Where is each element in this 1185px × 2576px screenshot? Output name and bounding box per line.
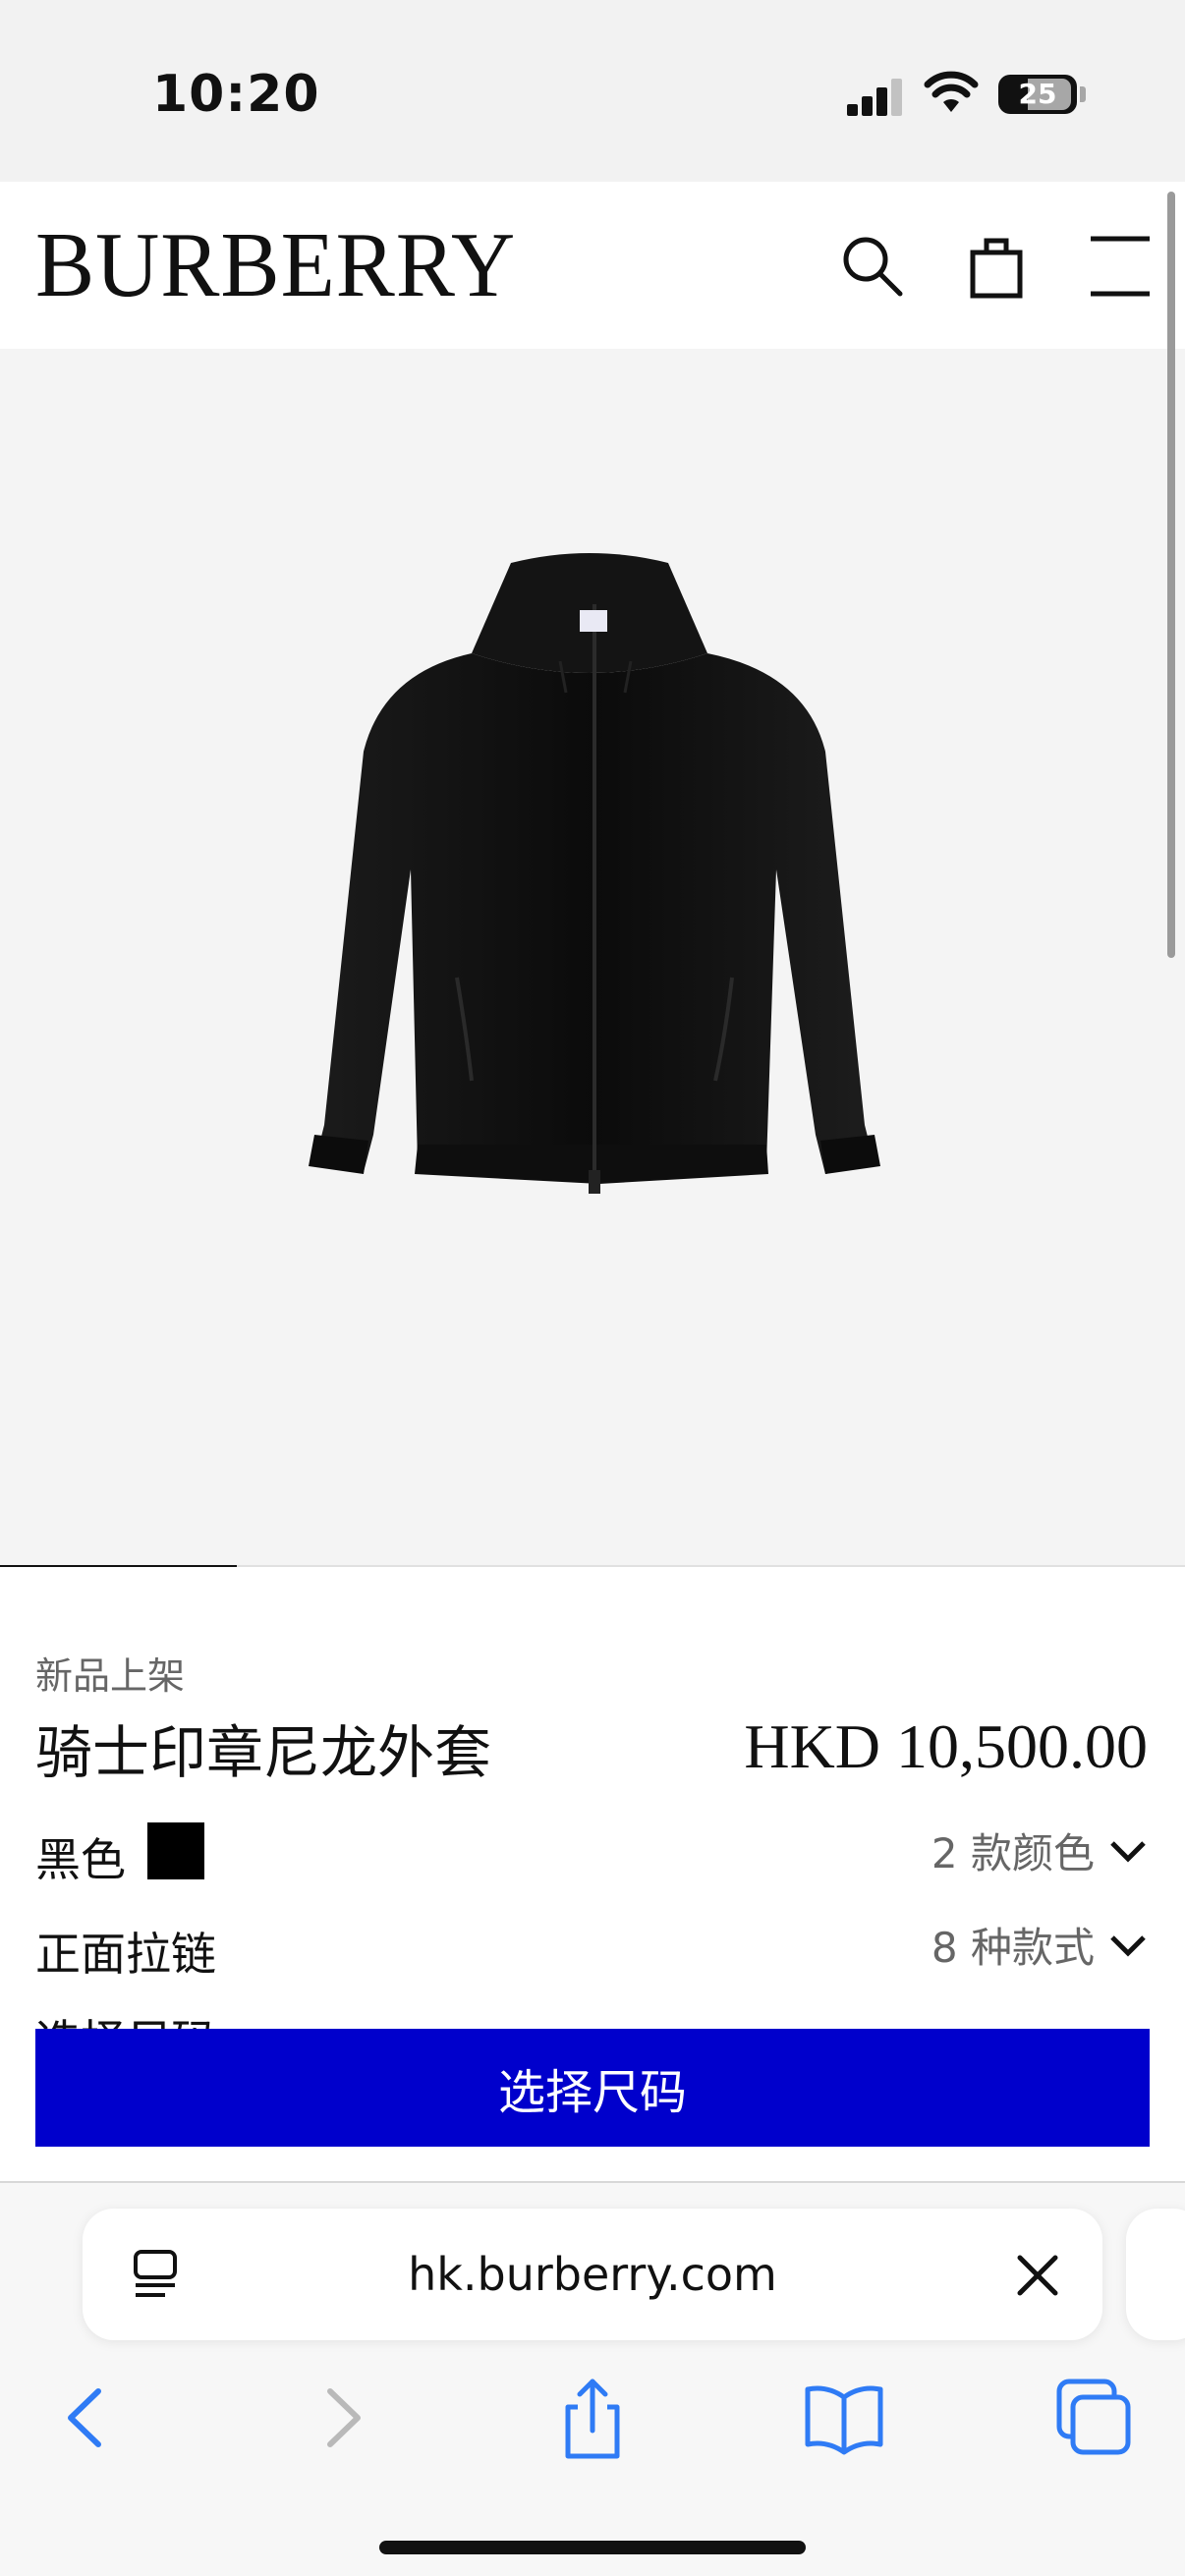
browser-toolbar: hk.burberry.com xyxy=(0,2181,1185,2576)
styles-dropdown[interactable]: 8 种款式 xyxy=(931,1915,1148,1975)
brand-logo[interactable]: BURBERRY xyxy=(35,219,516,311)
next-tab-preview[interactable] xyxy=(1126,2209,1185,2340)
page-scrollbar[interactable] xyxy=(1167,192,1175,958)
wifi-icon xyxy=(924,71,979,112)
color-swatch[interactable] xyxy=(147,1822,204,1879)
share-icon[interactable] xyxy=(548,2374,637,2462)
forward-icon[interactable] xyxy=(299,2374,387,2462)
menu-icon[interactable] xyxy=(1081,227,1159,306)
site-header: BURBERRY xyxy=(0,182,1185,349)
chevron-down-icon xyxy=(1110,1934,1146,1957)
styles-dropdown-label: 8 种款式 xyxy=(931,1924,1095,1972)
new-arrival-tag: 新品上架 xyxy=(35,1654,186,1698)
address-bar[interactable]: hk.burberry.com xyxy=(83,2209,1102,2340)
product-info-panel: 新品上架 骑士印章尼龙外套 HKD 10,500.00 黑色 2 款颜色 正面拉… xyxy=(0,1567,1185,2181)
colors-dropdown[interactable]: 2 款颜色 xyxy=(931,1820,1148,1880)
product-name: 骑士印章尼龙外套 xyxy=(35,1719,492,1786)
color-label: 黑色 xyxy=(35,1833,126,1886)
battery-cap xyxy=(1080,86,1086,102)
home-indicator[interactable] xyxy=(379,2541,806,2554)
bookmarks-icon[interactable] xyxy=(800,2374,888,2462)
chevron-down-icon xyxy=(1110,1840,1146,1863)
product-image-gallery[interactable] xyxy=(0,349,1185,1567)
select-size-button[interactable]: 选择尺码 xyxy=(35,2029,1150,2147)
close-icon[interactable] xyxy=(1012,2250,1063,2301)
battery-level: 25 xyxy=(1018,78,1057,110)
search-icon[interactable] xyxy=(833,227,912,306)
tabs-icon[interactable] xyxy=(1049,2374,1138,2462)
product-price: HKD 10,500.00 xyxy=(744,1711,1148,1781)
colors-dropdown-label: 2 款颜色 xyxy=(931,1829,1095,1877)
status-bar: 10:20 25 xyxy=(0,0,1185,182)
battery-icon: 25 xyxy=(998,75,1077,114)
bag-icon[interactable] xyxy=(957,227,1036,306)
style-label: 正面拉链 xyxy=(35,1928,216,1981)
product-image xyxy=(309,553,880,1194)
status-time: 10:20 xyxy=(152,65,320,124)
cellular-signal-icon xyxy=(847,77,904,116)
back-icon[interactable] xyxy=(41,2374,130,2462)
url-text[interactable]: hk.burberry.com xyxy=(83,2209,1102,2340)
